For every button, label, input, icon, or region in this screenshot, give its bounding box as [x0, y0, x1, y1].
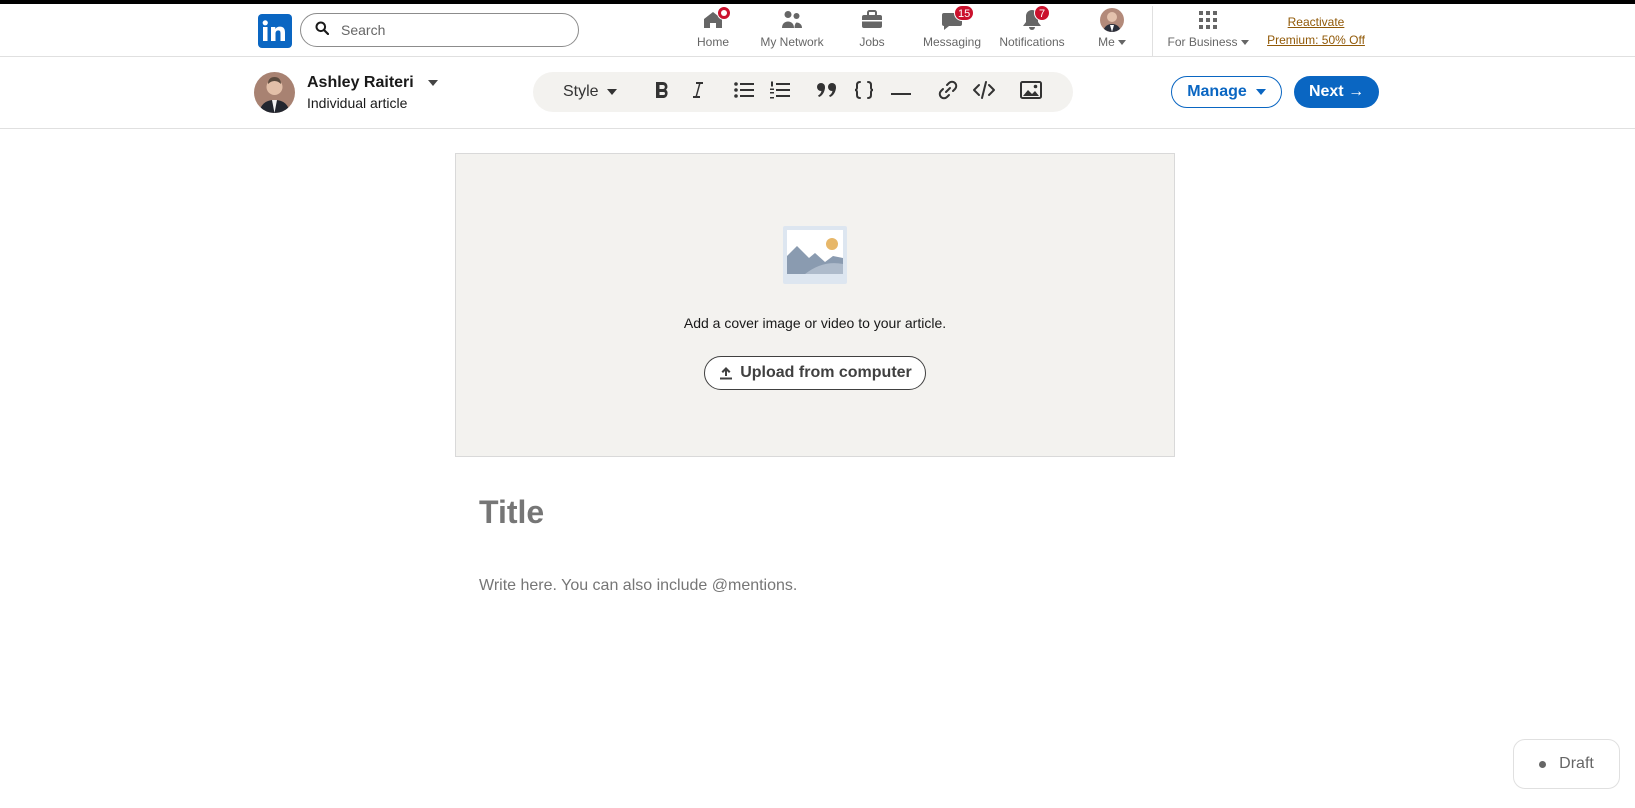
image-button[interactable]	[1016, 72, 1046, 112]
formatting-toolbar: Style	[533, 72, 1073, 112]
notifications-badge: 7	[1034, 5, 1050, 21]
manage-button[interactable]: Manage	[1171, 76, 1282, 108]
numbered-list-button[interactable]	[765, 72, 795, 112]
embed-button[interactable]	[969, 72, 999, 112]
global-search[interactable]	[300, 13, 579, 47]
style-dropdown[interactable]: Style	[563, 72, 617, 112]
linkedin-logo-icon[interactable]	[258, 14, 292, 48]
status-dot	[1539, 760, 1547, 768]
image-icon	[1020, 80, 1042, 104]
code-block-icon	[853, 80, 875, 105]
messaging-badge: 15	[954, 5, 975, 21]
nav-for-business-label: For Business	[1167, 35, 1249, 49]
article-type: Individual article	[307, 95, 408, 111]
grid-icon	[1196, 8, 1220, 32]
briefcase-icon	[860, 8, 884, 32]
home-notification-dot	[717, 6, 731, 20]
style-label: Style	[563, 83, 599, 100]
author-name: Ashley Raiteri	[307, 74, 414, 91]
nav-messaging[interactable]: 15 Messaging	[920, 5, 984, 54]
premium-offer-link[interactable]: Premium: 50% Off	[1262, 31, 1370, 49]
bold-icon	[653, 80, 671, 105]
chevron-down-icon	[427, 80, 438, 86]
bold-button[interactable]	[647, 72, 677, 112]
nav-my-network[interactable]: My Network	[755, 8, 829, 54]
embed-icon	[972, 80, 996, 105]
link-icon	[937, 79, 959, 106]
divider-button[interactable]	[886, 72, 916, 112]
chevron-down-icon	[1240, 39, 1249, 45]
nav-home-label: Home	[696, 35, 729, 49]
search-input[interactable]	[341, 22, 561, 38]
nav-my-network-label: My Network	[760, 35, 824, 49]
premium-reactivate-link[interactable]: Reactivate	[1262, 13, 1370, 31]
cover-image-area[interactable]: Add a cover image or video to your artic…	[455, 153, 1175, 457]
draft-label: Draft	[1559, 755, 1594, 772]
messaging-icon: 15	[940, 5, 975, 32]
image-placeholder-icon	[783, 226, 847, 284]
author-selector[interactable]: Ashley Raiteri	[307, 74, 438, 92]
nav-divider	[1152, 6, 1153, 56]
nav-home[interactable]: Home	[693, 6, 733, 54]
quote-button[interactable]	[812, 72, 842, 112]
nav-me[interactable]: Me	[1092, 8, 1132, 54]
divider-icon	[891, 83, 911, 101]
draft-status[interactable]: Draft	[1513, 739, 1620, 789]
home-icon	[701, 6, 731, 32]
nav-messaging-label: Messaging	[922, 35, 982, 49]
network-icon	[780, 8, 804, 32]
nav-jobs[interactable]: Jobs	[852, 8, 892, 54]
italic-button[interactable]	[682, 72, 712, 112]
nav-me-label: Me	[1098, 35, 1126, 49]
manage-label: Manage	[1187, 83, 1247, 100]
link-button[interactable]	[933, 72, 963, 112]
global-nav: Home My Network Jobs 15 Messaging 7 Noti…	[0, 4, 1635, 57]
bullet-list-icon	[733, 80, 755, 105]
chevron-down-icon	[1255, 89, 1266, 95]
article-title-input[interactable]	[479, 490, 1159, 534]
nav-for-business[interactable]: For Business	[1164, 8, 1252, 54]
nav-notifications[interactable]: 7 Notifications	[995, 5, 1069, 54]
chevron-down-icon	[1117, 39, 1126, 45]
cover-instructions: Add a cover image or video to your artic…	[683, 315, 947, 331]
avatar	[1100, 8, 1124, 32]
article-body-input[interactable]	[479, 573, 1159, 599]
upload-label: Upload from computer	[740, 364, 912, 381]
editor-header: Ashley Raiteri Individual article Style	[0, 57, 1635, 129]
author-avatar	[254, 72, 295, 113]
code-block-button[interactable]	[849, 72, 879, 112]
upload-from-computer-button[interactable]: Upload from computer	[704, 356, 926, 390]
premium-upsell: Reactivate Premium: 50% Off	[1262, 13, 1370, 49]
quote-icon	[816, 81, 838, 104]
upload-icon	[720, 367, 733, 380]
next-button[interactable]: Next →	[1294, 76, 1379, 108]
chevron-down-icon	[606, 89, 617, 95]
numbered-list-icon	[769, 80, 791, 105]
nav-jobs-label: Jobs	[859, 35, 885, 49]
search-icon	[315, 21, 330, 40]
nav-notifications-label: Notifications	[999, 35, 1065, 49]
bell-icon: 7	[1020, 5, 1050, 32]
bullet-list-button[interactable]	[729, 72, 759, 112]
italic-icon	[689, 80, 705, 105]
